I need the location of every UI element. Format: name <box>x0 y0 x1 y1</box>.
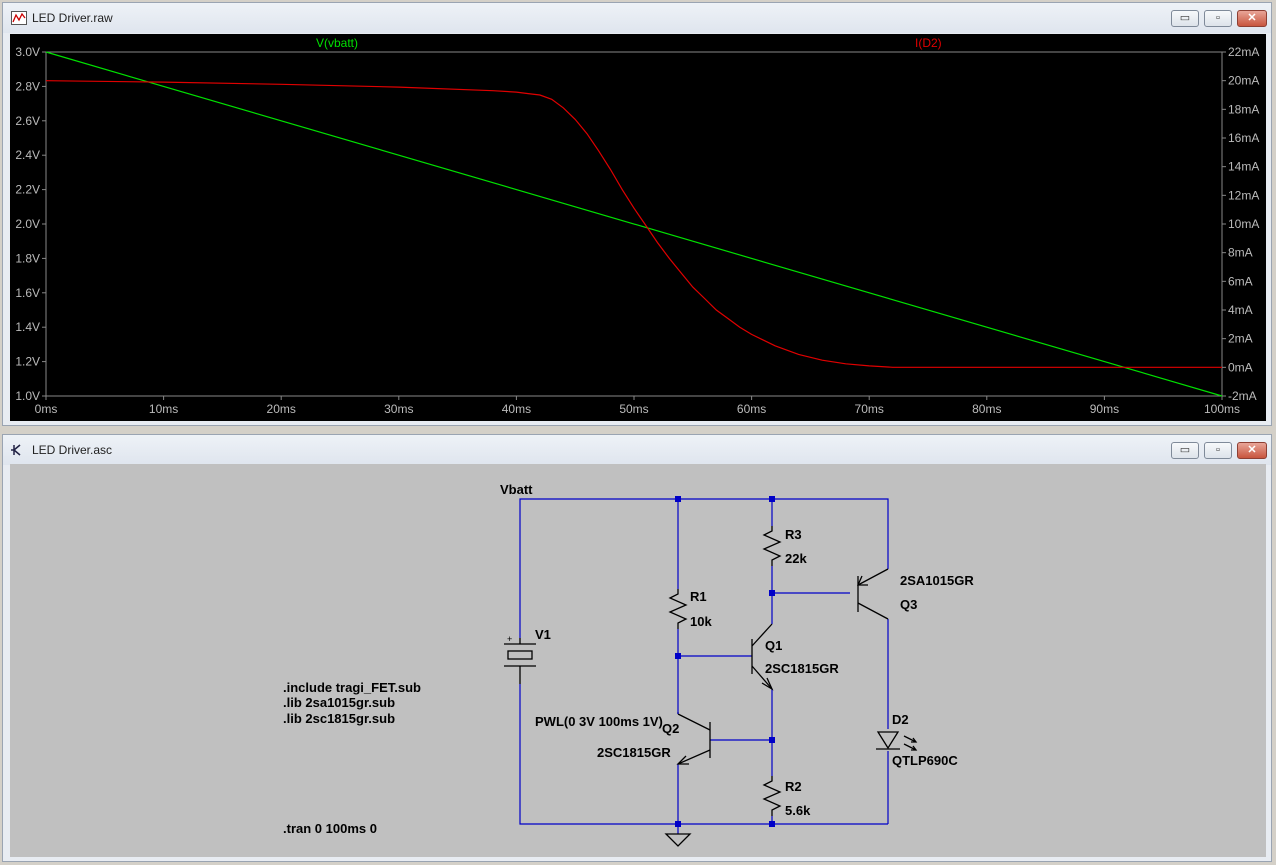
x-tick-label: 80ms <box>972 402 1001 416</box>
minimize-button[interactable]: ▭ <box>1171 442 1199 459</box>
r2-name: R2 <box>785 779 802 794</box>
transistor-q3[interactable] <box>856 568 889 620</box>
ground-symbol[interactable] <box>664 833 692 847</box>
legend-v-vbatt-: V(vbatt) <box>316 36 358 50</box>
q3-model[interactable]: 2SA1015GR <box>900 573 974 588</box>
x-tick-label: 70ms <box>855 402 884 416</box>
schematic-canvas[interactable]: + Vbatt V1 PWL(0 3V 100ms 1V) R1 10k R3 … <box>10 464 1266 857</box>
y-right-tick-label: -2mA <box>1228 389 1257 403</box>
restore-button[interactable]: ▫ <box>1204 442 1232 459</box>
close-button[interactable]: ✕ <box>1237 442 1267 459</box>
legend-i-d2-: I(D2) <box>915 36 942 50</box>
net-label-vbatt[interactable]: Vbatt <box>500 482 533 497</box>
y-right-tick-label: 18mA <box>1228 102 1259 116</box>
chart-canvas[interactable]: 0ms 10ms 20ms 30ms 40ms 50ms 60ms 70ms 80ms 90ms 1… <box>10 34 1266 421</box>
schematic-svg[interactable]: + Vbatt V1 PWL(0 3V 100ms 1V) R1 10k R3 … <box>10 464 1266 857</box>
resistor-r3[interactable] <box>762 526 782 566</box>
minimize-button[interactable]: ▭ <box>1171 10 1199 27</box>
directive-lib-2sc1815[interactable]: .lib 2sc1815gr.sub <box>283 711 395 726</box>
battery-plus-label: + <box>507 634 512 644</box>
q2-name: Q2 <box>662 721 679 736</box>
d2-model[interactable]: QTLP690C <box>892 753 958 768</box>
schematic-icon <box>11 444 21 456</box>
plot-window-title: LED Driver.raw <box>32 11 113 25</box>
restore-button[interactable]: ▫ <box>1204 10 1232 27</box>
plot-window: LED Driver.raw ▭ ▫ ✕ 0ms 10ms 20ms 30ms 40ms… <box>2 2 1272 426</box>
y-left-tick-label: 2.6V <box>15 114 40 128</box>
x-tick-label: 90ms <box>1090 402 1119 416</box>
x-tick-label: 40ms <box>502 402 531 416</box>
resistor-r1[interactable] <box>668 589 688 629</box>
y-left-tick-label: 3.0V <box>15 45 40 59</box>
x-tick-label: 0ms <box>35 402 58 416</box>
schematic-window: LED Driver.asc ▭ ▫ ✕ + Vbatt V1 PWL(0 3V… <box>2 434 1272 862</box>
x-tick-label: 100ms <box>1204 402 1240 416</box>
y-right-tick-label: 20mA <box>1228 74 1259 88</box>
r1-value[interactable]: 10k <box>690 614 712 629</box>
x-tick-label: 10ms <box>149 402 178 416</box>
y-left-tick-label: 1.8V <box>15 251 40 265</box>
v1-value[interactable]: PWL(0 3V 100ms 1V) <box>535 714 663 729</box>
junction-dots <box>675 496 775 827</box>
series-line-v-vbatt- <box>45 51 1223 397</box>
y-left-tick-label: 2.4V <box>15 148 40 162</box>
y-right-tick-label: 2mA <box>1228 332 1253 346</box>
y-left-tick-label: 1.2V <box>15 355 40 369</box>
battery-v1[interactable] <box>504 638 536 684</box>
r1-name: R1 <box>690 589 707 604</box>
r3-name: R3 <box>785 527 802 542</box>
schematic-window-title: LED Driver.asc <box>32 443 113 457</box>
plot-window-titlebar[interactable]: LED Driver.raw ▭ ▫ ✕ <box>3 3 1271 33</box>
r2-value[interactable]: 5.6k <box>785 803 811 818</box>
resistor-r2[interactable] <box>762 776 782 816</box>
y-left-tick-label: 1.4V <box>15 320 40 334</box>
q2-model[interactable]: 2SC1815GR <box>597 745 671 760</box>
x-tick-label: 20ms <box>267 402 296 416</box>
waveform-icon <box>11 11 27 25</box>
x-tick-label: 60ms <box>737 402 766 416</box>
y-left-tick-label: 2.0V <box>15 217 40 231</box>
directive-include[interactable]: .include tragi_FET.sub <box>283 680 421 695</box>
y-right-tick-label: 0mA <box>1228 360 1253 374</box>
y-right-tick-label: 6mA <box>1228 274 1253 288</box>
y-left-tick-label: 1.6V <box>15 286 40 300</box>
led-d2[interactable] <box>876 731 918 751</box>
directive-lib-2sa1015[interactable]: .lib 2sa1015gr.sub <box>283 695 395 710</box>
y-right-tick-label: 4mA <box>1228 303 1253 317</box>
transistor-q1[interactable] <box>751 623 774 691</box>
y-right-tick-label: 14mA <box>1228 160 1259 174</box>
x-tick-label: 50ms <box>619 402 648 416</box>
q1-name: Q1 <box>765 638 782 653</box>
schematic-window-titlebar[interactable]: LED Driver.asc ▭ ▫ ✕ <box>3 435 1271 465</box>
close-button[interactable]: ✕ <box>1237 10 1267 27</box>
r3-value[interactable]: 22k <box>785 551 807 566</box>
waveform-plot[interactable]: 0ms 10ms 20ms 30ms 40ms 50ms 60ms 70ms 80ms 90ms 1… <box>10 34 1266 421</box>
y-left-tick-label: 1.0V <box>15 389 40 403</box>
y-right-tick-label: 10mA <box>1228 217 1259 231</box>
directive-tran[interactable]: .tran 0 100ms 0 <box>283 821 377 836</box>
y-right-tick-label: 12mA <box>1228 188 1259 202</box>
x-tick-label: 30ms <box>384 402 413 416</box>
y-right-tick-label: 22mA <box>1228 45 1259 59</box>
q3-name: Q3 <box>900 597 917 612</box>
v1-name: V1 <box>535 627 551 642</box>
d2-name: D2 <box>892 712 909 727</box>
y-left-tick-label: 2.2V <box>15 183 40 197</box>
q1-model[interactable]: 2SC1815GR <box>765 661 839 676</box>
transistor-q2[interactable] <box>676 712 711 765</box>
y-right-tick-label: 16mA <box>1228 131 1259 145</box>
y-left-tick-label: 2.8V <box>15 79 40 93</box>
y-right-tick-label: 8mA <box>1228 246 1253 260</box>
